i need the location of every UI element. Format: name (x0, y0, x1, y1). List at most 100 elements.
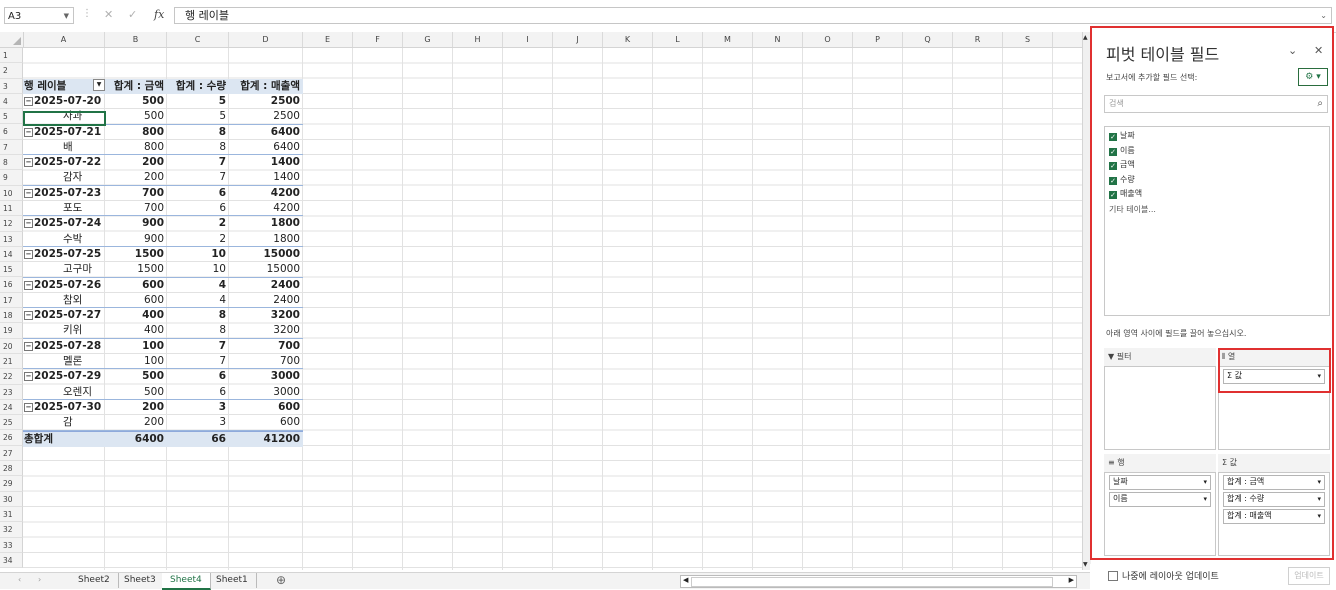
row-header[interactable]: 18 (0, 308, 23, 324)
row-header[interactable]: 6 (0, 124, 23, 140)
column-header-e[interactable]: E (303, 32, 353, 47)
row-header[interactable]: 13 (0, 231, 23, 247)
checkbox-checked-icon[interactable]: ✓ (1109, 162, 1117, 170)
collapse-toggle-icon[interactable]: − (24, 402, 33, 412)
row-header[interactable]: 10 (0, 185, 23, 201)
expand-formula-bar-icon[interactable]: ⌄ (1320, 8, 1327, 24)
row-header[interactable]: 31 (0, 506, 23, 523)
row-header[interactable]: 2 (0, 63, 23, 79)
row-header[interactable]: 16 (0, 277, 23, 293)
row-header[interactable]: 3 (0, 78, 23, 94)
add-sheet-icon[interactable]: ⊕ (276, 573, 286, 588)
collapse-toggle-icon[interactable]: − (24, 341, 33, 351)
collapse-toggle-icon[interactable]: − (24, 158, 33, 168)
checkbox-checked-icon[interactable]: ✓ (1109, 176, 1117, 185)
filter-drop-zone[interactable] (1104, 366, 1216, 450)
chip-dropdown-icon[interactable]: ▾ (1317, 476, 1321, 488)
column-header-p[interactable]: P (853, 32, 903, 47)
values-field-chip[interactable]: 합계 : 매출액 ▾ (1223, 509, 1325, 524)
row-header[interactable]: 19 (0, 323, 23, 339)
checkbox-checked-icon[interactable]: ✓ (1109, 191, 1117, 199)
row-label-filter-button[interactable]: ▼ (93, 78, 105, 91)
rows-drop-zone[interactable]: 날짜 ▾ 이름 ▾ (1104, 472, 1216, 556)
scroll-right-icon[interactable]: ▶ (1069, 576, 1074, 584)
row-header[interactable]: 5 (0, 109, 23, 125)
rows-field-chip[interactable]: 이름 ▾ (1109, 492, 1211, 507)
horizontal-scrollbar[interactable]: ◀ ▶ (680, 575, 1077, 588)
row-header[interactable]: 29 (0, 476, 23, 492)
collapse-toggle-icon[interactable]: − (24, 188, 33, 198)
row-header[interactable]: 30 (0, 491, 23, 507)
column-header-m[interactable]: M (703, 32, 753, 47)
row-header[interactable]: 33 (0, 537, 23, 553)
row-header[interactable]: 12 (0, 216, 23, 232)
row-header[interactable]: 27 (0, 445, 23, 462)
scroll-up-icon[interactable]: ▲ (1083, 34, 1088, 41)
prev-sheet-icon[interactable]: ‹ (18, 575, 21, 584)
collapse-toggle-icon[interactable]: − (24, 372, 33, 382)
column-header-j[interactable]: J (553, 32, 603, 47)
column-header-h[interactable]: H (453, 32, 503, 47)
collapse-toggle-icon[interactable]: − (24, 249, 33, 259)
row-header[interactable]: 22 (0, 369, 23, 385)
column-header-s[interactable]: S (1003, 32, 1053, 47)
next-sheet-icon[interactable]: › (38, 575, 41, 584)
column-header-b[interactable]: B (105, 32, 167, 47)
values-drop-zone[interactable]: 합계 : 금액 ▾ 합계 : 수량 ▾ 합계 : 매출액 ▾ (1218, 472, 1330, 556)
tools-gear-button[interactable]: ⚙ ▾ (1298, 68, 1328, 86)
column-header-k[interactable]: K (603, 32, 653, 47)
scroll-left-icon[interactable]: ◀ (683, 576, 688, 584)
sheet-tab-sheet2[interactable]: Sheet2 (70, 573, 119, 588)
field-item[interactable]: ✓ 날짜 (1109, 130, 1135, 141)
field-item[interactable]: ✓ 매출액 (1109, 188, 1142, 199)
scroll-thumb[interactable] (691, 577, 1053, 587)
rows-field-chip[interactable]: 날짜 ▾ (1109, 475, 1211, 490)
scroll-down-icon[interactable]: ▼ (1083, 561, 1088, 568)
close-pane-icon[interactable]: ✕ (1314, 44, 1323, 57)
pane-options-chevron-icon[interactable]: ⌄ (1288, 44, 1297, 57)
row-header[interactable]: 21 (0, 353, 23, 370)
field-item[interactable]: ✓ 수량 (1109, 174, 1135, 185)
column-header-g[interactable]: G (403, 32, 453, 47)
row-header[interactable]: 20 (0, 338, 23, 354)
column-header-o[interactable]: O (803, 32, 853, 47)
row-header[interactable]: 26 (0, 430, 23, 446)
values-field-chip[interactable]: 합계 : 수량 ▾ (1223, 492, 1325, 507)
name-box-dropdown-icon[interactable]: ▼ (64, 8, 69, 25)
column-header-d[interactable]: D (229, 32, 303, 47)
row-header[interactable]: 8 (0, 155, 23, 171)
name-box[interactable]: A3 ▼ (4, 7, 74, 24)
select-all-corner[interactable] (0, 32, 24, 47)
sheet-tab-sheet3[interactable]: Sheet3 (116, 573, 165, 588)
sheet-tab-sheet4[interactable]: Sheet4 (162, 573, 211, 590)
column-header-i[interactable]: I (503, 32, 553, 47)
insert-function-icon[interactable]: fx (154, 8, 164, 21)
row-header[interactable]: 28 (0, 461, 23, 477)
row-header[interactable]: 25 (0, 415, 23, 431)
checkbox-checked-icon[interactable]: ✓ (1109, 133, 1117, 141)
field-search-input[interactable]: 검색 ⌕ (1104, 95, 1328, 113)
row-header[interactable]: 11 (0, 200, 23, 217)
cancel-icon[interactable]: ✕ (104, 8, 113, 21)
row-header[interactable]: 24 (0, 399, 23, 416)
column-header-c[interactable]: C (167, 32, 229, 47)
column-header-q[interactable]: Q (903, 32, 953, 47)
column-header-l[interactable]: L (653, 32, 703, 47)
chip-dropdown-icon[interactable]: ▾ (1317, 510, 1321, 522)
column-header-a[interactable]: A (23, 32, 105, 47)
row-header[interactable]: 15 (0, 262, 23, 278)
values-field-chip[interactable]: 합계 : 금액 ▾ (1223, 475, 1325, 490)
defer-update-checkbox[interactable] (1108, 571, 1118, 581)
row-header[interactable]: 7 (0, 139, 23, 156)
more-tables-link[interactable]: 기타 테이블... (1109, 204, 1156, 215)
chip-dropdown-icon[interactable]: ▾ (1317, 493, 1321, 505)
row-header[interactable]: 34 (0, 552, 23, 569)
row-header[interactable]: 14 (0, 246, 23, 263)
worksheet-grid[interactable]: ABCDEFGHIJKLMNOPQRS 1 2 3 4 5 6 7 8 9 10 11 12 13 14 1… (0, 32, 1082, 570)
collapse-toggle-icon[interactable]: − (24, 280, 33, 290)
row-header[interactable]: 4 (0, 93, 23, 110)
checkbox-checked-icon[interactable]: ✓ (1109, 147, 1117, 156)
chip-dropdown-icon[interactable]: ▾ (1203, 476, 1207, 488)
collapse-toggle-icon[interactable]: − (24, 96, 33, 106)
field-item[interactable]: ✓ 이름 (1109, 145, 1135, 156)
